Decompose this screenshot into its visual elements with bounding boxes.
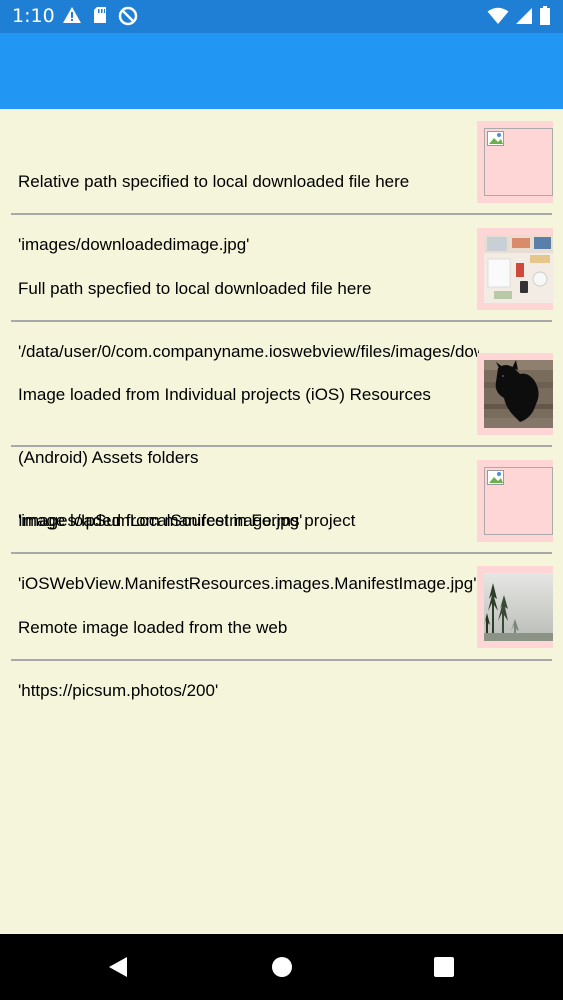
home-button[interactable] [271,955,293,979]
list-item-line: Relative path specified to local downloa… [18,172,410,191]
list-item-line: Full path specfied to local downloaded f… [18,279,372,298]
image-thumbnail [477,566,553,648]
list-item-line: Image loaded from Individual projects (i… [18,385,431,404]
image-thumbnail [477,353,553,435]
broken-image-icon [484,467,553,535]
image-thumbnail [477,121,553,203]
list-item[interactable]: Image loaded from Individual projects (i… [0,322,563,530]
wifi-icon [487,7,509,24]
image-thumbnail [477,228,553,310]
signal-icon [516,8,532,24]
list-item-line: Remote image loaded from the web [18,618,288,637]
battery-icon [540,6,550,25]
list-item-line: Image loaded from manifest in Forms proj… [18,511,356,530]
image-thumbnail [477,460,553,542]
back-button[interactable] [107,955,129,979]
list-item[interactable]: Relative path specified to local downloa… [0,109,563,254]
sd-card-icon [94,7,106,23]
divider [11,445,552,447]
office-desk-photo [484,235,553,303]
broken-image-icon [484,128,553,196]
divider [11,213,552,215]
image-list[interactable]: Relative path specified to local downloa… [0,109,563,934]
navigation-bar [0,934,563,1000]
list-item[interactable]: Remote image loaded from the web 'https:… [0,555,563,700]
black-dog-photo [484,360,553,428]
app-bar [0,33,563,109]
list-item[interactable]: Full path specfied to local downloaded f… [0,216,563,361]
divider [11,659,552,661]
status-bar: 1:10 [0,0,563,33]
foggy-forest-photo [484,573,553,641]
list-item[interactable]: Image loaded from manifest in Forms proj… [0,448,563,593]
warning-icon [63,7,81,23]
recents-button[interactable] [433,955,455,979]
divider [11,552,552,554]
list-item-line: 'https://picsum.photos/200' [18,681,219,700]
sync-disabled-icon [118,6,138,26]
status-time: 1:10 [12,5,55,27]
